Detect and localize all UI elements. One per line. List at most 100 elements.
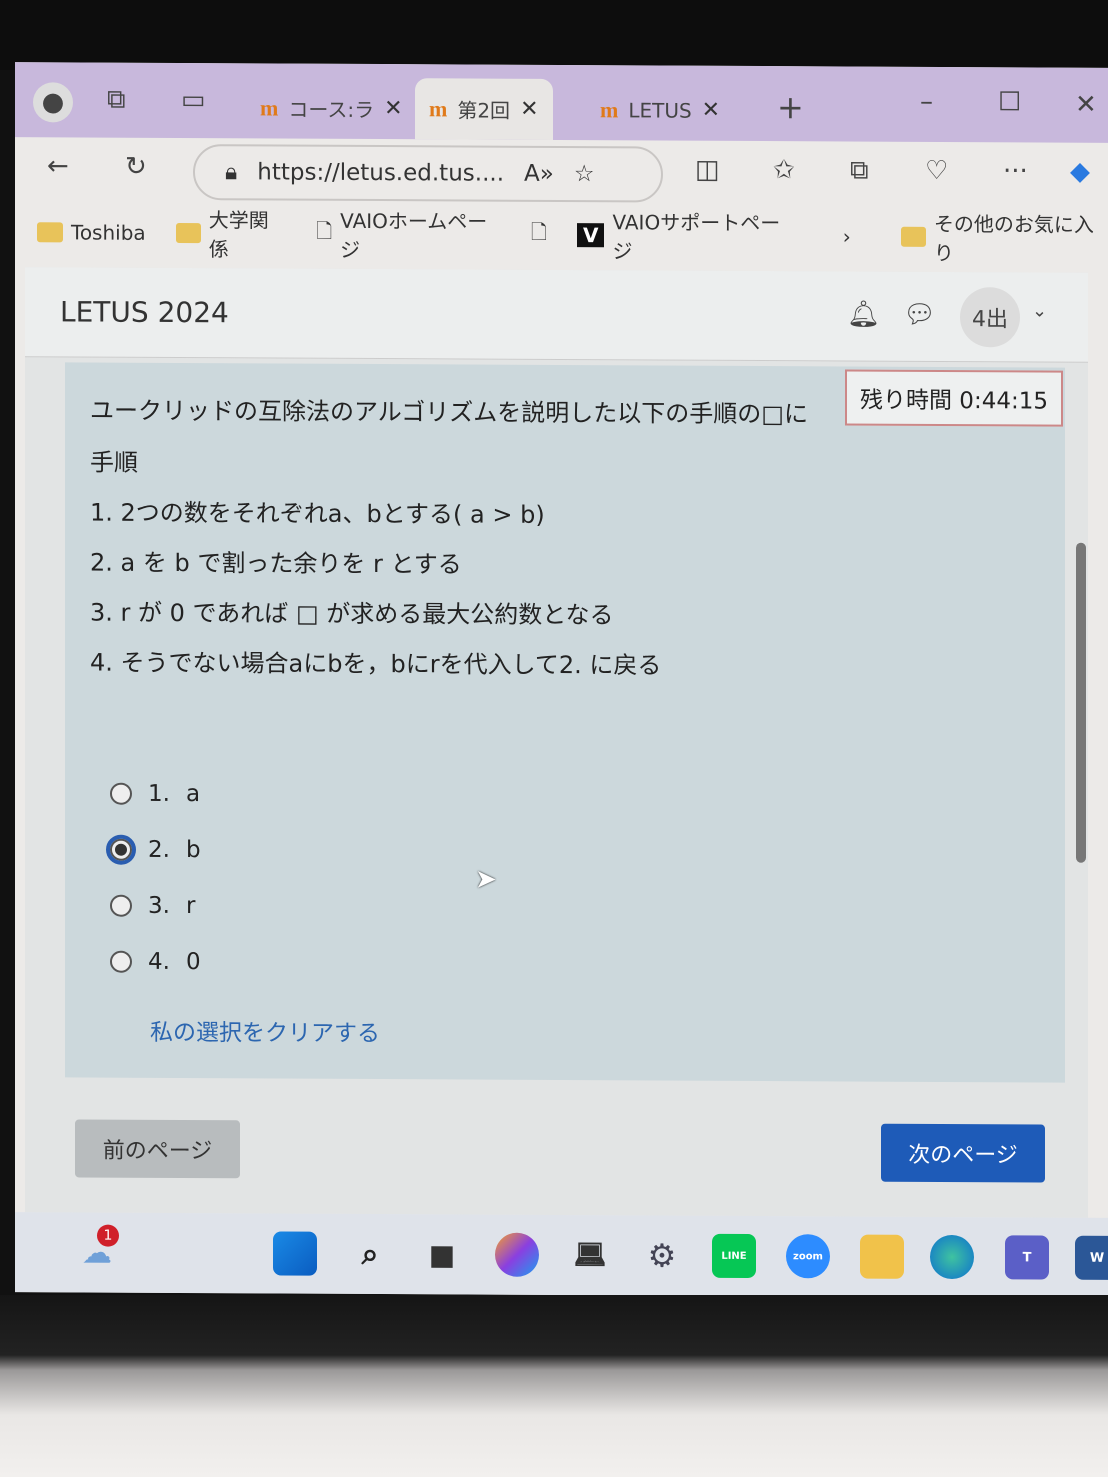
line-app-icon[interactable]: LINE (712, 1233, 756, 1279)
option-2[interactable]: 2. b (106, 834, 201, 865)
moodle-icon: m (600, 96, 619, 122)
folder-icon (175, 222, 201, 244)
tab-letus[interactable]: m LETUS ✕ (600, 79, 720, 141)
site-brand[interactable]: LETUS 2024 (60, 295, 229, 329)
lock-icon: 🔒︎ (225, 159, 238, 186)
steps-title: 手順 (90, 448, 138, 477)
option-label: a (185, 781, 201, 808)
bookmarks-more-icon[interactable]: › (843, 224, 851, 248)
option-1[interactable]: 1. a (110, 781, 200, 807)
address-bar[interactable]: 🔒︎ https://letus.ed.tus.... A» ☆ (193, 144, 663, 203)
settings-gear-icon[interactable]: ⚙ (640, 1233, 684, 1277)
search-icon[interactable]: ⌕ (348, 1232, 392, 1276)
bookmark-label: その他のお気に入り (933, 211, 1094, 266)
option-3[interactable]: 3. r (110, 893, 195, 919)
question-text: ユークリッドの互除法のアルゴリズムを説明した以下の手順の□に (90, 396, 808, 429)
minimize-icon[interactable]: – (920, 87, 933, 117)
option-number: 3. (148, 892, 170, 919)
moodle-icon: m (429, 95, 448, 121)
back-icon[interactable]: ← (47, 151, 69, 181)
profile-icon[interactable]: ● (33, 82, 73, 123)
close-window-icon[interactable]: ✕ (1075, 90, 1097, 120)
bookmark-label: VAIOホームページ (340, 208, 488, 262)
bookmark-university[interactable]: 大学関係 (175, 204, 286, 263)
step-1: 1. 2つの数をそれぞれa、bとする( a > b) (90, 498, 545, 529)
laptop-settings-icon[interactable]: 💻︎ (568, 1233, 612, 1277)
bookmark-vaio-home[interactable]: 🗋 VAIOホームページ (316, 205, 501, 264)
screen: ● ⧉ ▭ m コース:ラ ✕ m 第2回 ✕ m LETUS ✕ + – ☐ ✕ ← ↻ … (15, 62, 1108, 1298)
refresh-icon[interactable]: ↻ (125, 152, 147, 182)
question-panel: ユークリッドの互除法のアルゴリズムを説明した以下の手順の□に 手順 1. 2つの… (65, 362, 1065, 1083)
vaio-icon: V (576, 223, 605, 248)
radio-button[interactable] (110, 894, 132, 917)
folder-icon (900, 226, 926, 247)
next-page-button[interactable]: 次のページ (881, 1123, 1045, 1183)
word-icon[interactable]: W (1075, 1235, 1108, 1280)
edge-browser-icon[interactable] (930, 1234, 974, 1280)
notification-badge: 1 (97, 1224, 119, 1247)
site-header: LETUS 2024 🔔︎ 💬︎ 4出 ⌄ (25, 267, 1088, 363)
tab-label: 第2回 (457, 98, 511, 123)
step-2: 2. a を b で割った余りを r とする (90, 548, 462, 579)
option-number: 4. (148, 948, 170, 975)
zoom-app-icon[interactable]: zoom (786, 1234, 830, 1279)
tab-label: LETUS (628, 97, 692, 123)
close-tab-icon[interactable]: ✕ (384, 96, 402, 121)
option-label: 0 (185, 949, 201, 976)
option-number: 2. (148, 836, 170, 863)
step-4: 4. そうでない場合aにbを，bにrを代入して2. に戻る (90, 648, 662, 680)
close-tab-icon[interactable]: ✕ (702, 98, 720, 123)
clear-choice-link[interactable]: 私の選択をクリアする (150, 1013, 380, 1048)
moodle-icon: m (260, 94, 279, 121)
option-label: r (185, 893, 196, 920)
previous-page-button[interactable]: 前のページ (75, 1119, 240, 1179)
close-tab-icon[interactable]: ✕ (520, 97, 538, 122)
time-remaining: 残り時間 0:44:15 (845, 369, 1063, 427)
read-aloud-icon[interactable]: A» (524, 161, 554, 187)
task-view-icon[interactable]: ■ (420, 1232, 464, 1276)
workspaces-icon[interactable]: ⧉ (107, 85, 126, 116)
favorites-icon[interactable]: ✩ (773, 155, 795, 185)
start-windows-icon[interactable] (273, 1231, 317, 1276)
new-tab-icon[interactable]: + (777, 88, 804, 126)
bookmark-toshiba[interactable]: Toshiba (37, 220, 146, 245)
tab-course[interactable]: m コース:ラ ✕ (260, 77, 403, 139)
teams-icon[interactable]: T (1005, 1235, 1049, 1280)
browser-essentials-icon[interactable]: ♡ (925, 156, 948, 186)
user-avatar[interactable]: 4出 (960, 287, 1020, 348)
radio-button[interactable] (110, 950, 132, 973)
file-explorer-icon[interactable] (860, 1234, 904, 1279)
tab-quiz[interactable]: m 第2回 ✕ (415, 78, 553, 140)
more-icon[interactable]: ··· (1003, 156, 1028, 186)
mouse-cursor-icon: ➤ (475, 864, 497, 895)
laptop-bezel (0, 0, 1108, 70)
page-icon: 🗋 (530, 219, 547, 244)
option-number: 1. (148, 780, 170, 807)
messages-icon[interactable]: 💬︎ (903, 300, 936, 330)
page-icon: 🗋 (316, 218, 333, 243)
url-text: https://letus.ed.tus.... (257, 159, 505, 187)
radio-button[interactable] (110, 782, 132, 805)
favorite-star-icon[interactable]: ☆ (574, 161, 595, 187)
maximize-icon[interactable]: ☐ (998, 87, 1021, 117)
scrollbar[interactable] (1076, 542, 1086, 863)
bookmark-page[interactable]: 🗋 (531, 218, 547, 252)
option-label: b (185, 837, 201, 864)
bookmark-vaio-support[interactable]: V VAIOサポートページ (576, 206, 793, 265)
toolbar: ← ↻ 🔒︎ https://letus.ed.tus.... A» ☆ ◫ ✩ ⧉ … (15, 137, 1108, 208)
collections-icon[interactable]: ⧉ (850, 156, 869, 187)
copilot-icon[interactable]: ◆ (1070, 157, 1090, 187)
option-4[interactable]: 4. 0 (110, 949, 201, 975)
folder-icon (37, 222, 63, 243)
notification-bell-icon[interactable]: 🔔︎ (847, 299, 880, 329)
page-content: LETUS 2024 🔔︎ 💬︎ 4出 ⌄ ユークリッドの互除法のアルゴリズムを… (25, 267, 1088, 1218)
copilot-icon[interactable] (495, 1232, 539, 1277)
laptop-body (0, 1295, 1108, 1477)
vertical-tabs-icon[interactable]: ▭ (181, 85, 206, 115)
bookmark-other[interactable]: その他のお気に入り (900, 208, 1108, 267)
split-screen-icon[interactable]: ◫ (695, 155, 720, 185)
step-3: 3. r が 0 であれば □ が求める最大公約数となる (90, 598, 614, 630)
user-menu-chevron-icon[interactable]: ⌄ (1032, 300, 1047, 321)
radio-button-selected[interactable] (106, 834, 136, 865)
bookmark-label: Toshiba (71, 220, 146, 245)
